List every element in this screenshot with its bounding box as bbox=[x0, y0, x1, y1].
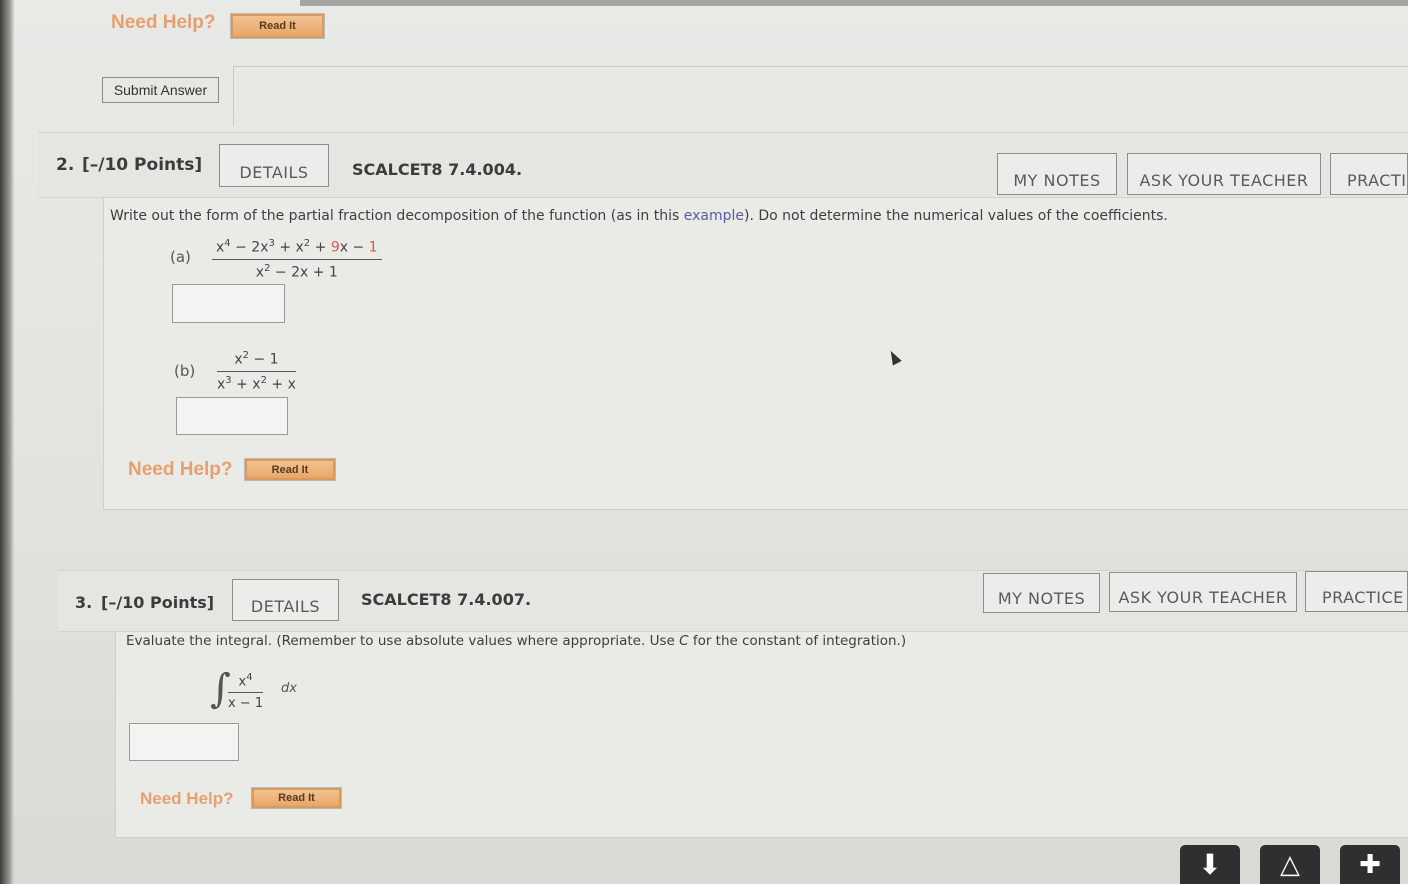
prompt-text-end: ). Do not determine the numerical values… bbox=[744, 208, 1168, 224]
prompt-text-end: for the constant of integration.) bbox=[688, 633, 907, 649]
read-it-button[interactable]: Read It bbox=[244, 458, 336, 481]
example-link[interactable]: example bbox=[684, 208, 744, 224]
integrand: x4 x − 1 bbox=[228, 672, 264, 712]
question-2-my-notes-button[interactable]: MY NOTES bbox=[997, 153, 1117, 195]
top-edge bbox=[300, 0, 1408, 6]
question-2-number: 2. bbox=[56, 155, 75, 175]
need-help-label: Need Help? bbox=[140, 789, 234, 808]
part-b-function: x2 − 1 x3 + x2 + x bbox=[217, 350, 296, 393]
part-a-function: x4 − 2x3 + x2 + 9x − 1 x2 − 2x + 1 bbox=[212, 238, 382, 280]
need-help-label: Need Help? bbox=[111, 12, 216, 33]
part-b-answer-input[interactable] bbox=[176, 397, 288, 435]
part-b-label: (b) bbox=[174, 362, 196, 380]
submit-answer-button[interactable]: Submit Answer bbox=[102, 77, 219, 103]
screen-bezel bbox=[0, 0, 14, 884]
part-a-answer-input[interactable] bbox=[172, 284, 285, 323]
question-2-ask-teacher-button[interactable]: ASK YOUR TEACHER bbox=[1127, 153, 1321, 195]
question-2-prompt: Write out the form of the partial fracti… bbox=[110, 208, 1168, 224]
question-3-points: [–/10 Points] bbox=[101, 593, 215, 612]
read-it-button[interactable]: Read It bbox=[251, 787, 342, 809]
question-3-practice-button[interactable]: PRACTICE ANOTHER bbox=[1305, 571, 1408, 612]
question-3-prompt: Evaluate the integral. (Remember to use … bbox=[126, 633, 906, 649]
question-3-my-notes-button[interactable]: MY NOTES bbox=[983, 573, 1100, 613]
read-it-button[interactable]: Read It bbox=[230, 13, 325, 39]
drive-add-icon[interactable]: △ bbox=[1260, 845, 1320, 884]
answer-panel-edge bbox=[233, 66, 1408, 126]
question-2-details-button[interactable]: DETAILS bbox=[219, 144, 329, 187]
download-arrow-icon[interactable]: ⬇ bbox=[1180, 845, 1240, 884]
question-3-code: SCALCET8 7.4.007. bbox=[361, 590, 532, 609]
constant-variable: C bbox=[679, 633, 689, 649]
question-2-points: [–/10 Points] bbox=[82, 155, 203, 175]
question-2-code: SCALCET8 7.4.004. bbox=[352, 160, 523, 179]
need-help-label: Need Help? bbox=[128, 459, 233, 480]
question-2-practice-button[interactable]: PRACTICE ANOTHER bbox=[1330, 153, 1408, 195]
prompt-text: Evaluate the integral. (Remember to use … bbox=[126, 633, 680, 649]
question-3-ask-teacher-button[interactable]: ASK YOUR TEACHER bbox=[1109, 572, 1297, 612]
part-a-label: (a) bbox=[170, 248, 191, 266]
question-3-number: 3. bbox=[75, 593, 93, 612]
prompt-text: Write out the form of the partial fracti… bbox=[110, 208, 684, 224]
app-add-icon[interactable]: ✚ bbox=[1340, 845, 1400, 884]
integral-dx: dx bbox=[281, 681, 297, 696]
question-3-answer-input[interactable] bbox=[129, 723, 239, 761]
question-3-details-button[interactable]: DETAILS bbox=[232, 579, 339, 621]
